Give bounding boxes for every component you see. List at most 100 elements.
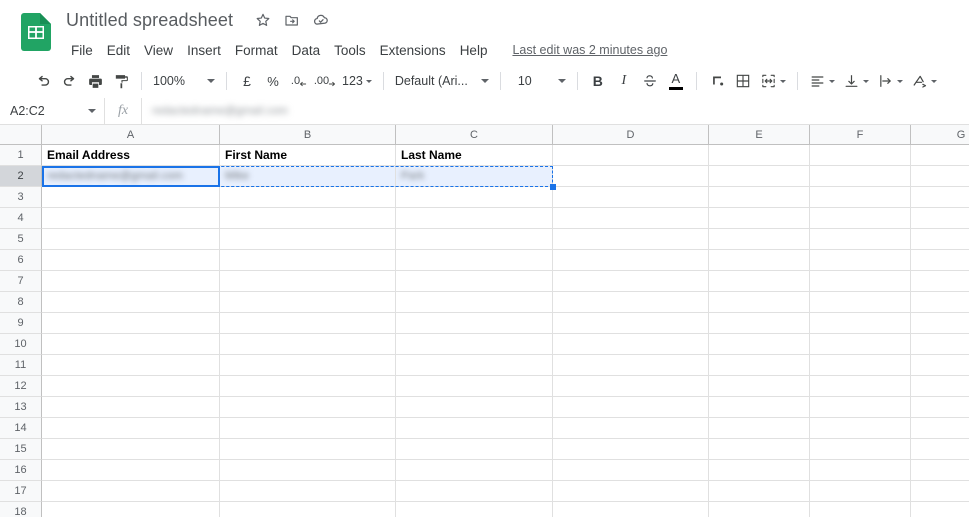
column-header-d[interactable]: D xyxy=(553,125,709,144)
cell-B13[interactable] xyxy=(220,397,396,418)
cell-D13[interactable] xyxy=(553,397,709,418)
row-header-17[interactable]: 17 xyxy=(0,481,42,502)
cell-F5[interactable] xyxy=(810,229,911,250)
menu-item-tools[interactable]: Tools xyxy=(327,40,373,61)
cell-G3[interactable] xyxy=(911,187,969,208)
cloud-saved-icon[interactable] xyxy=(311,10,331,30)
row-header-12[interactable]: 12 xyxy=(0,376,42,397)
cell-G4[interactable] xyxy=(911,208,969,229)
cell-B10[interactable] xyxy=(220,334,396,355)
cell-C7[interactable] xyxy=(396,271,553,292)
cell-A1[interactable]: Email Address xyxy=(42,145,220,166)
column-header-c[interactable]: C xyxy=(396,125,553,144)
cell-F8[interactable] xyxy=(810,292,911,313)
cell-A13[interactable] xyxy=(42,397,220,418)
fill-handle[interactable] xyxy=(550,184,556,190)
redo-icon[interactable] xyxy=(56,68,82,94)
row-header-9[interactable]: 9 xyxy=(0,313,42,334)
cell-D6[interactable] xyxy=(553,250,709,271)
cell-G5[interactable] xyxy=(911,229,969,250)
row-header-3[interactable]: 3 xyxy=(0,187,42,208)
cell-G12[interactable] xyxy=(911,376,969,397)
cell-E15[interactable] xyxy=(709,439,810,460)
cell-F1[interactable] xyxy=(810,145,911,166)
cell-G9[interactable] xyxy=(911,313,969,334)
cell-C18[interactable] xyxy=(396,502,553,517)
cell-A7[interactable] xyxy=(42,271,220,292)
cell-G2[interactable] xyxy=(911,166,969,187)
cell-A14[interactable] xyxy=(42,418,220,439)
zoom-select[interactable]: 100% xyxy=(149,68,219,94)
select-all-corner[interactable] xyxy=(0,125,42,144)
cell-C1[interactable]: Last Name xyxy=(396,145,553,166)
cell-F6[interactable] xyxy=(810,250,911,271)
cell-G13[interactable] xyxy=(911,397,969,418)
row-header-1[interactable]: 1 xyxy=(0,145,42,166)
row-header-15[interactable]: 15 xyxy=(0,439,42,460)
cell-D14[interactable] xyxy=(553,418,709,439)
cell-D17[interactable] xyxy=(553,481,709,502)
cell-G6[interactable] xyxy=(911,250,969,271)
cell-E14[interactable] xyxy=(709,418,810,439)
cell-G1[interactable] xyxy=(911,145,969,166)
font-size-select[interactable]: 10 xyxy=(508,68,570,94)
cell-E13[interactable] xyxy=(709,397,810,418)
strikethrough-icon[interactable] xyxy=(637,68,663,94)
cell-D18[interactable] xyxy=(553,502,709,517)
cell-A8[interactable] xyxy=(42,292,220,313)
cell-C15[interactable] xyxy=(396,439,553,460)
cell-B5[interactable] xyxy=(220,229,396,250)
cell-G16[interactable] xyxy=(911,460,969,481)
menu-item-data[interactable]: Data xyxy=(285,40,328,61)
cell-C14[interactable] xyxy=(396,418,553,439)
cell-D12[interactable] xyxy=(553,376,709,397)
star-icon[interactable] xyxy=(253,10,273,30)
cell-D3[interactable] xyxy=(553,187,709,208)
cell-F16[interactable] xyxy=(810,460,911,481)
cell-D4[interactable] xyxy=(553,208,709,229)
cell-B15[interactable] xyxy=(220,439,396,460)
cell-E16[interactable] xyxy=(709,460,810,481)
cell-F17[interactable] xyxy=(810,481,911,502)
undo-icon[interactable] xyxy=(30,68,56,94)
increase-decimal-button[interactable]: .00 xyxy=(312,68,338,94)
cell-E12[interactable] xyxy=(709,376,810,397)
cell-F18[interactable] xyxy=(810,502,911,517)
cell-G11[interactable] xyxy=(911,355,969,376)
cell-F4[interactable] xyxy=(810,208,911,229)
cell-C17[interactable] xyxy=(396,481,553,502)
cell-A16[interactable] xyxy=(42,460,220,481)
cell-E6[interactable] xyxy=(709,250,810,271)
cell-C4[interactable] xyxy=(396,208,553,229)
cell-A3[interactable] xyxy=(42,187,220,208)
cell-F14[interactable] xyxy=(810,418,911,439)
cell-D1[interactable] xyxy=(553,145,709,166)
cell-E9[interactable] xyxy=(709,313,810,334)
paint-format-icon[interactable] xyxy=(108,68,134,94)
currency-format-button[interactable]: £ xyxy=(234,68,260,94)
row-header-6[interactable]: 6 xyxy=(0,250,42,271)
borders-icon[interactable] xyxy=(730,68,756,94)
cell-D9[interactable] xyxy=(553,313,709,334)
cell-E7[interactable] xyxy=(709,271,810,292)
sheets-logo-icon[interactable] xyxy=(18,12,54,52)
menu-item-format[interactable]: Format xyxy=(228,40,285,61)
cell-C6[interactable] xyxy=(396,250,553,271)
menu-item-view[interactable]: View xyxy=(137,40,180,61)
cell-D16[interactable] xyxy=(553,460,709,481)
cell-F11[interactable] xyxy=(810,355,911,376)
fill-color-icon[interactable] xyxy=(704,68,730,94)
font-family-select[interactable]: Default (Ari... xyxy=(391,68,493,94)
menu-item-extensions[interactable]: Extensions xyxy=(373,40,453,61)
cell-A12[interactable] xyxy=(42,376,220,397)
cell-A6[interactable] xyxy=(42,250,220,271)
cell-B11[interactable] xyxy=(220,355,396,376)
cell-B8[interactable] xyxy=(220,292,396,313)
cell-B4[interactable] xyxy=(220,208,396,229)
menu-item-help[interactable]: Help xyxy=(453,40,495,61)
cell-G18[interactable] xyxy=(911,502,969,517)
cell-B2[interactable]: Mike xyxy=(220,166,396,187)
column-header-b[interactable]: B xyxy=(220,125,396,144)
cell-E5[interactable] xyxy=(709,229,810,250)
cell-A11[interactable] xyxy=(42,355,220,376)
